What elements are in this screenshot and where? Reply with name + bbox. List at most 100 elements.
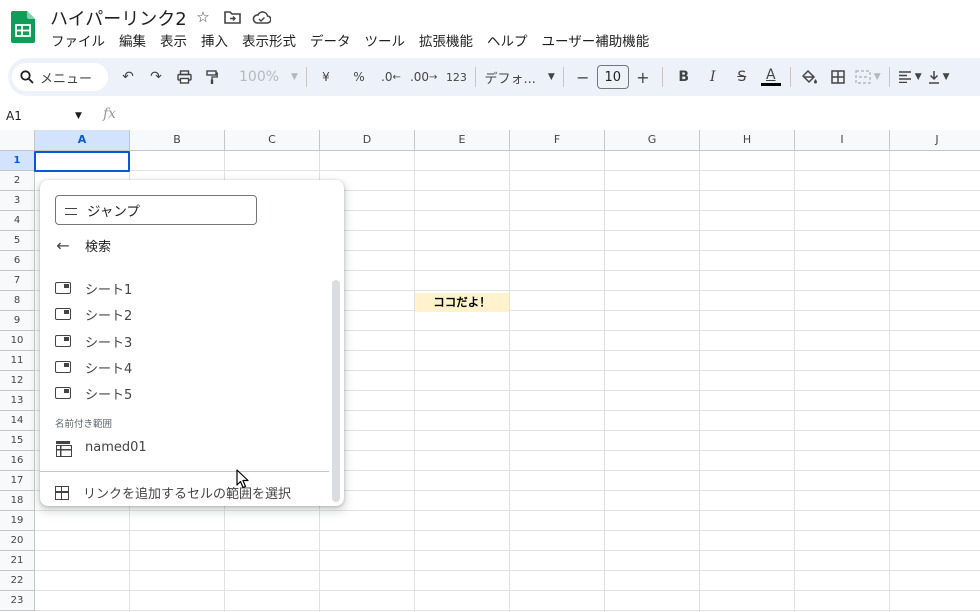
link-destination-popup: ジャンプ ← 検索 シート1 シート2 シート3 シート4 シート5 名前付き範… — [40, 180, 344, 506]
column-header-h[interactable]: H — [700, 130, 795, 151]
table-icon — [55, 440, 72, 457]
text-color-button[interactable]: A — [757, 63, 785, 91]
select-cell-range-button[interactable]: リンクを追加するセルの範囲を選択 — [55, 483, 291, 502]
strikethrough-button[interactable]: S — [728, 63, 756, 91]
menu-edit[interactable]: 編集 — [112, 32, 153, 52]
vertical-align-icon[interactable]: ▼ — [925, 63, 953, 91]
row-header-14[interactable]: 14 — [0, 411, 35, 431]
font-size-increase-button[interactable]: + — [629, 63, 657, 91]
row-header-13[interactable]: 13 — [0, 391, 35, 411]
menu-format[interactable]: 表示形式 — [235, 32, 303, 52]
currency-format-button[interactable]: ¥ — [312, 63, 340, 91]
sheet-tab-icon — [55, 387, 71, 399]
font-size-decrease-button[interactable]: − — [569, 63, 597, 91]
row-header-5[interactable]: 5 — [0, 231, 35, 251]
row-header-23[interactable]: 23 — [0, 591, 35, 611]
sheets-logo-icon[interactable] — [11, 11, 35, 43]
menu-accessibility[interactable]: ユーザー補助機能 — [535, 32, 657, 52]
cloud-status-icon[interactable] — [251, 7, 271, 27]
highlighted-cell-e8[interactable]: ココだよ！ — [415, 293, 509, 312]
row-header-21[interactable]: 21 — [0, 551, 35, 571]
sheet-item-label: シート5 — [85, 387, 133, 403]
undo-icon[interactable]: ↶ — [114, 63, 142, 91]
jump-input[interactable]: ジャンプ — [55, 195, 257, 225]
column-header-b[interactable]: B — [130, 130, 225, 151]
sheet-item-4[interactable]: シート4 — [55, 357, 132, 377]
row-header-16[interactable]: 16 — [0, 451, 35, 471]
column-header-c[interactable]: C — [225, 130, 320, 151]
name-box[interactable]: A1 ▼ — [0, 104, 90, 128]
sheet-item-label: シート2 — [85, 308, 133, 324]
star-icon[interactable]: ☆ — [193, 7, 213, 27]
menu-view[interactable]: 表示 — [153, 32, 194, 52]
sheet-item-3[interactable]: シート3 — [55, 331, 132, 351]
zoom-select[interactable]: 100% ▼ — [236, 63, 301, 91]
menu-insert[interactable]: 挿入 — [194, 32, 235, 52]
increase-decimal-button[interactable]: .00 → — [407, 63, 440, 91]
menu-search-box[interactable]: メニュー — [12, 63, 108, 91]
sheet-item-1[interactable]: シート1 — [55, 278, 132, 298]
font-size-input[interactable]: 10 — [596, 65, 629, 89]
chevron-down-icon: ▼ — [914, 72, 922, 82]
row-header-1[interactable]: 1 — [0, 151, 35, 171]
menu-data[interactable]: データ — [303, 32, 358, 52]
move-folder-icon[interactable] — [222, 7, 242, 27]
row-header-10[interactable]: 10 — [0, 331, 35, 351]
row-gridline — [35, 570, 980, 571]
menu-help[interactable]: ヘルプ — [480, 32, 535, 52]
italic-button[interactable]: I — [699, 63, 727, 91]
decrease-decimal-button[interactable]: .0 ← — [377, 63, 405, 91]
column-header-e[interactable]: E — [415, 130, 510, 151]
row-header-18[interactable]: 18 — [0, 491, 35, 511]
row-header-22[interactable]: 22 — [0, 571, 35, 591]
bold-button[interactable]: B — [670, 63, 698, 91]
column-gridline — [604, 151, 605, 612]
column-header-a[interactable]: A — [35, 130, 130, 151]
merge-cells-icon[interactable]: ▼ — [852, 63, 884, 91]
borders-icon[interactable] — [824, 63, 852, 91]
active-cell-a1[interactable] — [34, 151, 130, 172]
column-header-j[interactable]: J — [890, 130, 980, 151]
row-header-19[interactable]: 19 — [0, 511, 35, 531]
menu-tools[interactable]: ツール — [358, 32, 413, 52]
increase-decimal-label: .00 — [409, 70, 430, 84]
row-header-17[interactable]: 17 — [0, 471, 35, 491]
redo-icon[interactable]: ↷ — [142, 63, 170, 91]
horizontal-align-icon[interactable]: ▼ — [895, 63, 925, 91]
row-gridline — [35, 590, 980, 591]
fill-color-icon[interactable] — [796, 63, 824, 91]
row-header-7[interactable]: 7 — [0, 271, 35, 291]
row-header-8[interactable]: 8 — [0, 291, 35, 311]
chevron-down-icon: ▼ — [291, 72, 298, 82]
number-format-button[interactable]: 123 — [442, 63, 470, 91]
document-title[interactable]: ハイパーリンク2 — [50, 5, 187, 31]
row-header-6[interactable]: 6 — [0, 251, 35, 271]
named-range-item[interactable]: named01 — [55, 440, 147, 457]
back-to-search[interactable]: ← 検索 — [55, 236, 111, 255]
row-header-3[interactable]: 3 — [0, 191, 35, 211]
menu-extensions[interactable]: 拡張機能 — [412, 32, 480, 52]
column-header-g[interactable]: G — [605, 130, 700, 151]
menu-file[interactable]: ファイル — [44, 32, 112, 52]
sheet-item-2[interactable]: シート2 — [55, 304, 132, 324]
print-icon[interactable] — [170, 63, 198, 91]
row-header-4[interactable]: 4 — [0, 211, 35, 231]
row-header-20[interactable]: 20 — [0, 531, 35, 551]
popup-scrollbar[interactable] — [332, 280, 340, 502]
percent-format-button[interactable]: % — [345, 63, 373, 91]
select-all-corner[interactable] — [0, 130, 35, 151]
formula-icon: fx — [103, 106, 117, 122]
font-select[interactable]: デフォ... ▼ — [481, 63, 557, 91]
row-header-11[interactable]: 11 — [0, 351, 35, 371]
row-header-9[interactable]: 9 — [0, 311, 35, 331]
column-header-f[interactable]: F — [510, 130, 605, 151]
named-range-label: named01 — [85, 440, 147, 455]
row-header-2[interactable]: 2 — [0, 171, 35, 191]
column-header-d[interactable]: D — [320, 130, 415, 151]
paint-format-icon[interactable] — [198, 63, 226, 91]
sheet-item-5[interactable]: シート5 — [55, 383, 132, 403]
text-color-letter: A — [765, 66, 776, 83]
row-header-12[interactable]: 12 — [0, 371, 35, 391]
row-header-15[interactable]: 15 — [0, 431, 35, 451]
column-header-i[interactable]: I — [795, 130, 890, 151]
